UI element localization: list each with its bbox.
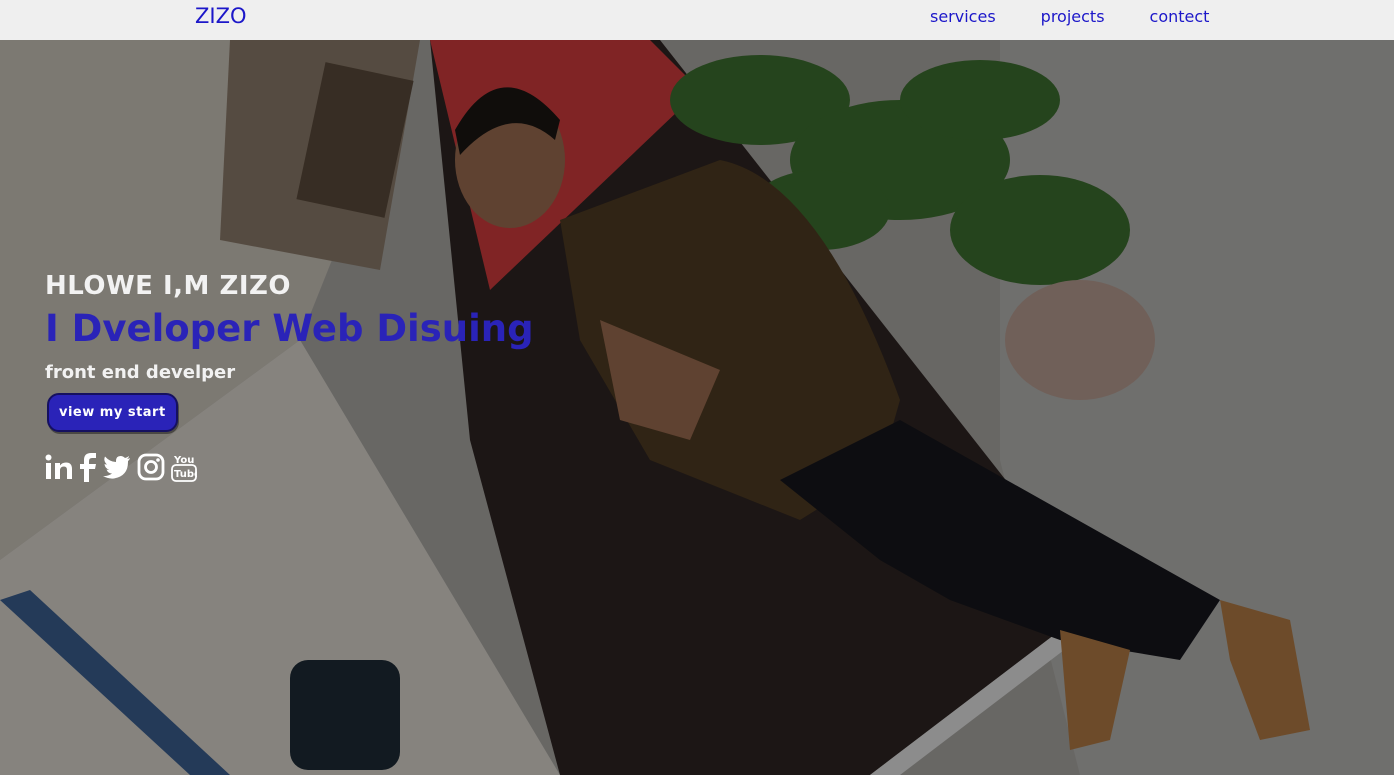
- nav-link-services[interactable]: services: [930, 7, 996, 26]
- hero-section: HLOWE I,M ZIZO I Dveloper Web Disuing fr…: [0, 40, 1394, 775]
- view-my-start-button[interactable]: view my start: [47, 393, 178, 433]
- youtube-icon[interactable]: You Tube: [171, 452, 197, 482]
- hero-content: HLOWE I,M ZIZO I Dveloper Web Disuing fr…: [45, 270, 534, 483]
- nav-links: services projects contect: [930, 7, 1254, 26]
- nav-link-contact[interactable]: contect: [1150, 7, 1210, 26]
- nav-link-projects[interactable]: projects: [1041, 7, 1105, 26]
- hero-greeting: HLOWE I,M ZIZO: [45, 271, 291, 301]
- facebook-icon[interactable]: [79, 452, 97, 483]
- instagram-icon[interactable]: [137, 453, 165, 481]
- hero-subtitle: front end develper: [45, 362, 236, 384]
- brand-logo-link[interactable]: ZIZO: [195, 4, 247, 28]
- top-navbar: ZIZO services projects contect: [0, 0, 1394, 40]
- svg-text:Tube: Tube: [174, 469, 197, 480]
- social-links: You Tube: [45, 452, 534, 483]
- linkedin-icon[interactable]: [45, 453, 73, 481]
- hero-headline: I Dveloper Web Disuing: [45, 306, 534, 350]
- twitter-icon[interactable]: [103, 455, 131, 479]
